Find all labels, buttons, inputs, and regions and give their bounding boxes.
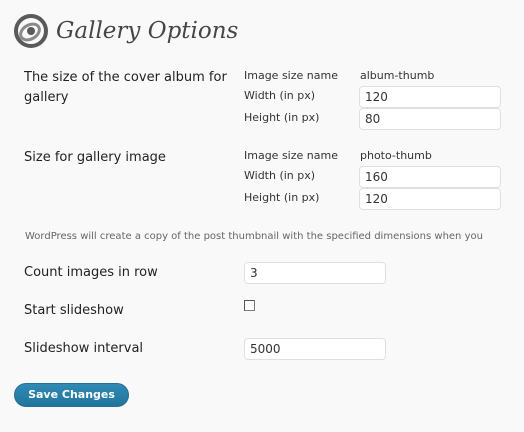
gallery-height-input[interactable]: 120 [359,188,501,210]
start-slideshow-label: Start slideshow [24,303,124,318]
cover-width-input[interactable]: 120 [359,86,501,108]
cover-height-input[interactable]: 80 [359,108,501,130]
slideshow-interval-input[interactable]: 5000 [244,338,386,360]
cover-height-label: Height (in px) [244,111,320,124]
gallery-icon [14,14,48,48]
thumbnail-note: WordPress will create a copy of the post… [25,231,483,242]
cover-image-size-name-value: album-thumb [360,69,435,82]
cover-image-size-name-label: Image size name [244,69,338,82]
gallery-width-label: Width (in px) [244,169,316,182]
start-slideshow-checkbox[interactable] [244,300,255,311]
gallery-image-size-name-label: Image size name [244,149,338,162]
gallery-height-label: Height (in px) [244,191,320,204]
count-images-input[interactable]: 3 [244,262,386,284]
save-changes-button[interactable]: Save Changes [14,383,129,407]
page-title: Gallery Options [56,18,239,44]
count-images-label: Count images in row [24,265,158,280]
gallery-image-size-label: Size for gallery image [24,150,166,165]
gallery-image-size-name-value: photo-thumb [360,149,432,162]
cover-width-label: Width (in px) [244,89,316,102]
cover-album-size-label: The size of the cover album for gallery [24,70,227,105]
slideshow-interval-label: Slideshow interval [24,341,144,356]
gallery-width-input[interactable]: 160 [359,166,501,188]
